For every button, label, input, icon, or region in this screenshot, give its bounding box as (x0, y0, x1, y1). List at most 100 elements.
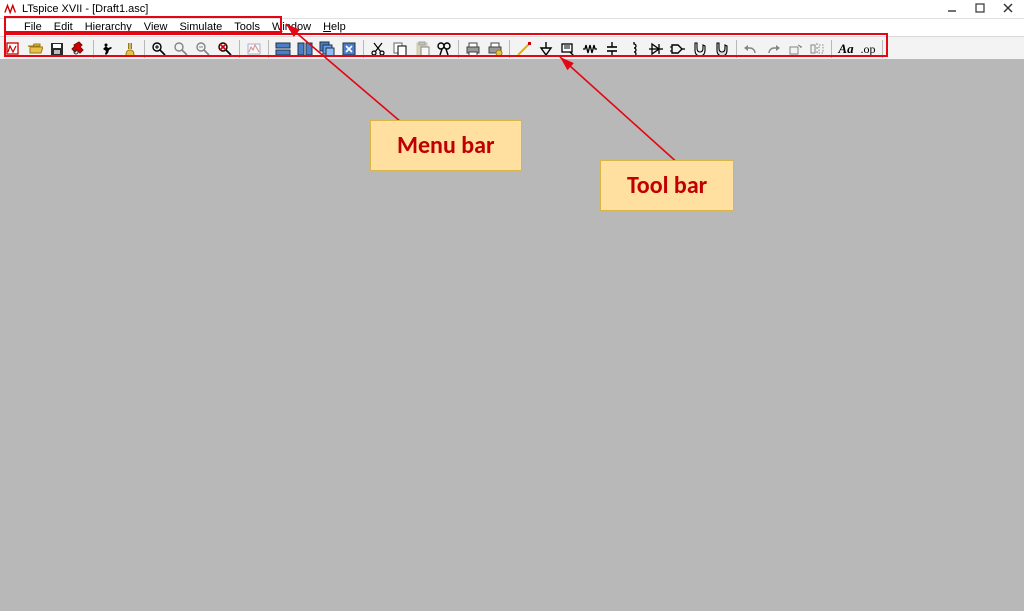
tile-vert-icon (297, 41, 313, 57)
control-panel-icon (71, 41, 87, 57)
print-button[interactable] (462, 38, 484, 60)
open-button[interactable] (24, 38, 46, 60)
resistor-icon (582, 41, 598, 57)
cut-icon (370, 41, 386, 57)
run-icon (100, 41, 116, 57)
tile-horiz-icon (275, 41, 291, 57)
halt-button[interactable] (119, 38, 141, 60)
new-schematic-button[interactable] (2, 38, 24, 60)
cut-button[interactable] (367, 38, 389, 60)
spice-directive-icon: .op (861, 42, 876, 57)
zoom-in-icon (151, 41, 167, 57)
move-button[interactable] (689, 38, 711, 60)
ground-icon (538, 41, 554, 57)
print-icon (465, 41, 481, 57)
menu-item-hierarchy[interactable]: Hierarchy (79, 19, 138, 36)
copy-icon (392, 41, 408, 57)
pan-button (170, 38, 192, 60)
close-button[interactable] (994, 0, 1022, 16)
draw-wire-icon (516, 41, 532, 57)
open-icon (27, 41, 43, 57)
inductor-button[interactable] (623, 38, 645, 60)
net-label-icon (560, 41, 576, 57)
copy-button[interactable] (389, 38, 411, 60)
control-panel-button[interactable] (68, 38, 90, 60)
app-icon (4, 2, 18, 16)
mirror-button (806, 38, 828, 60)
mirror-icon (809, 41, 825, 57)
net-label-button[interactable] (557, 38, 579, 60)
window-controls (938, 0, 1022, 16)
component-icon (670, 41, 686, 57)
ground-button[interactable] (535, 38, 557, 60)
schematic-canvas[interactable] (0, 59, 1024, 611)
zoom-in-button[interactable] (148, 38, 170, 60)
new-schematic-icon (5, 41, 21, 57)
capacitor-icon (604, 41, 620, 57)
title-bar: LTspice XVII - [Draft1.asc] (0, 0, 1024, 19)
toolbar-separator (458, 40, 459, 58)
toolbar-separator (239, 40, 240, 58)
tile-vert-button[interactable] (294, 38, 316, 60)
menu-item-file[interactable]: File (18, 19, 48, 36)
draw-wire-button[interactable] (513, 38, 535, 60)
toolbar-separator (268, 40, 269, 58)
move-icon (692, 41, 708, 57)
drag-button[interactable] (711, 38, 733, 60)
menu-item-edit[interactable]: Edit (48, 19, 79, 36)
save-icon (49, 41, 65, 57)
spice-directive-button[interactable]: .op (857, 38, 879, 60)
toolbar-separator (363, 40, 364, 58)
rotate-icon (787, 41, 803, 57)
rotate-button (784, 38, 806, 60)
zoom-full-button[interactable] (214, 38, 236, 60)
cascade-icon (319, 41, 335, 57)
resistor-button[interactable] (579, 38, 601, 60)
component-button[interactable] (667, 38, 689, 60)
redo-button (762, 38, 784, 60)
halt-icon (122, 41, 138, 57)
place-text-button[interactable]: Aa (835, 38, 857, 60)
save-button[interactable] (46, 38, 68, 60)
menu-item-simulate[interactable]: Simulate (173, 19, 228, 36)
close-win-button[interactable] (338, 38, 360, 60)
text-icon: Aa (838, 41, 853, 57)
menu-bar: FileEditHierarchyViewSimulateToolsWindow… (0, 19, 1024, 37)
zoom-out-button (192, 38, 214, 60)
toolbar-separator (736, 40, 737, 58)
autorange-button (243, 38, 265, 60)
cascade-button[interactable] (316, 38, 338, 60)
toolbar-separator (831, 40, 832, 58)
menu-item-help[interactable]: Help (317, 19, 352, 36)
find-button[interactable] (433, 38, 455, 60)
redo-icon (765, 41, 781, 57)
find-icon (436, 41, 452, 57)
drag-icon (714, 41, 730, 57)
minimize-button[interactable] (938, 0, 966, 16)
toolbar-separator (509, 40, 510, 58)
run-button[interactable] (97, 38, 119, 60)
capacitor-button[interactable] (601, 38, 623, 60)
window-title: LTspice XVII - [Draft1.asc] (22, 3, 148, 15)
zoom-out-icon (195, 41, 211, 57)
undo-button (740, 38, 762, 60)
tile-horiz-button[interactable] (272, 38, 294, 60)
menu-item-view[interactable]: View (138, 19, 174, 36)
undo-icon (743, 41, 759, 57)
paste-button (411, 38, 433, 60)
print-setup-button[interactable] (484, 38, 506, 60)
zoom-full-icon (217, 41, 233, 57)
maximize-button[interactable] (966, 0, 994, 16)
autorange-icon (246, 41, 262, 57)
inductor-icon (626, 41, 642, 57)
menu-item-tools[interactable]: Tools (228, 19, 266, 36)
diode-button[interactable] (645, 38, 667, 60)
paste-icon (414, 41, 430, 57)
pan-icon (173, 41, 189, 57)
close-win-icon (341, 41, 357, 57)
toolbar-separator (144, 40, 145, 58)
toolbar-separator (93, 40, 94, 58)
diode-icon (648, 41, 664, 57)
menu-item-window[interactable]: Window (266, 19, 317, 36)
print-setup-icon (487, 41, 503, 57)
